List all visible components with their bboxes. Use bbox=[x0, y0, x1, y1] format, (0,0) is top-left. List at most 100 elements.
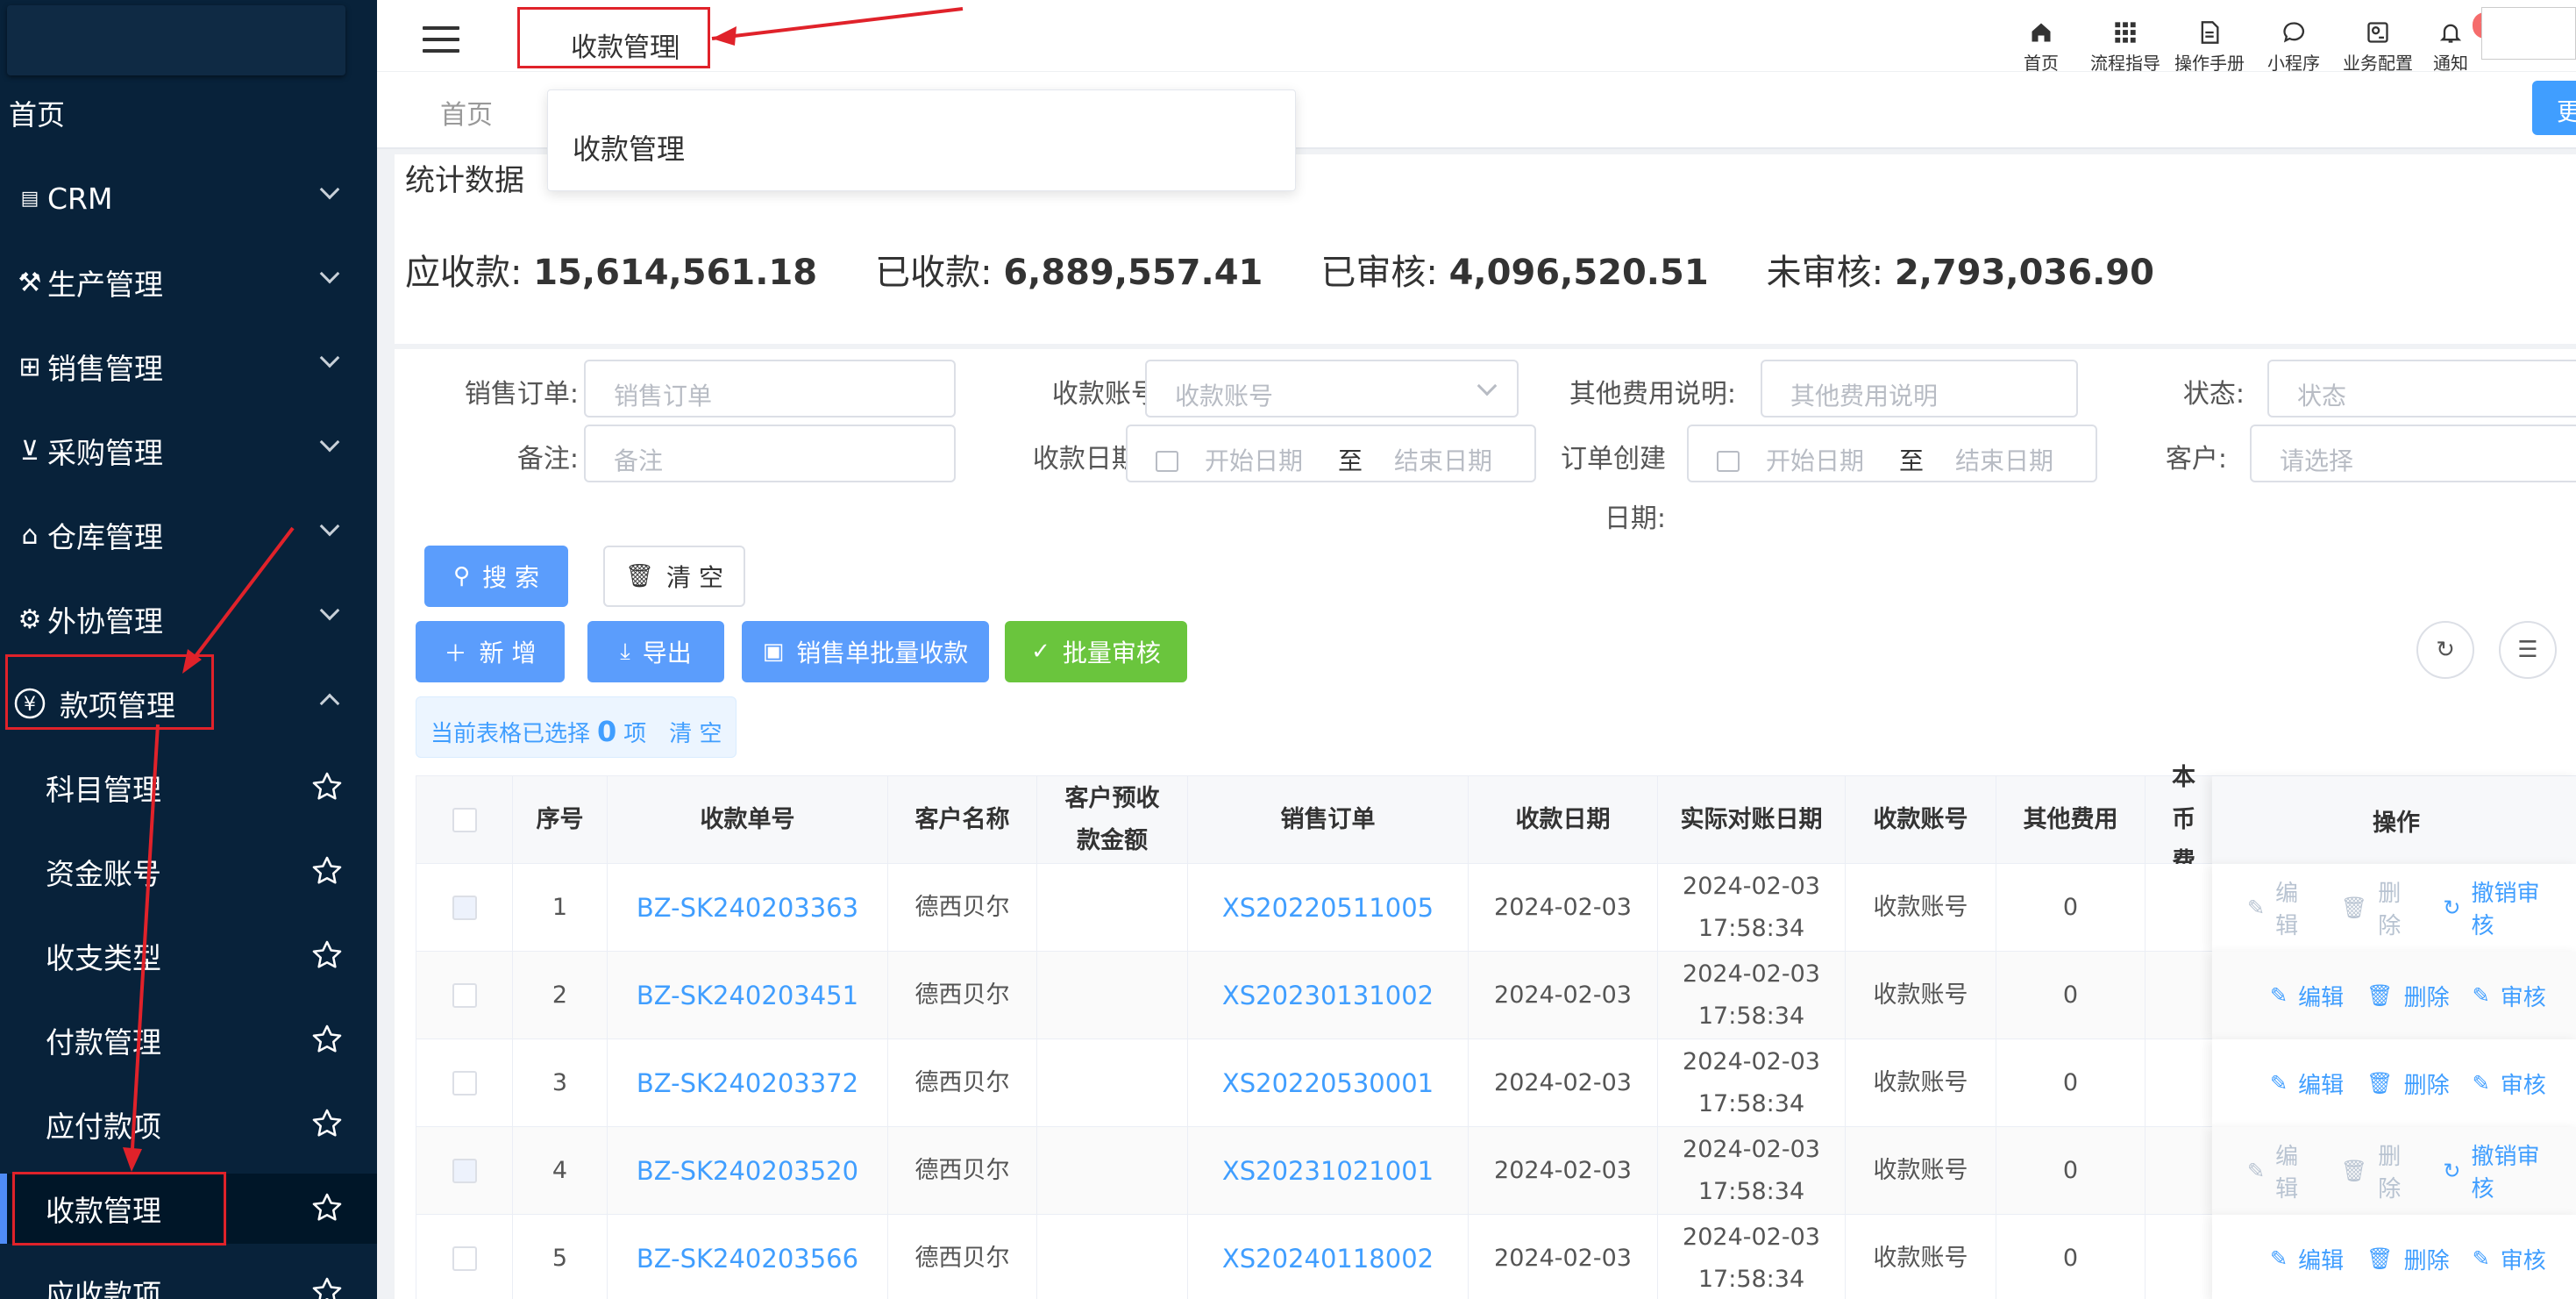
star-icon[interactable] bbox=[310, 770, 344, 803]
batch-audit-button[interactable]: ✓ 批量审核 bbox=[1005, 621, 1187, 682]
remark-input[interactable]: 备注 bbox=[584, 425, 956, 482]
delete-button[interactable]: 🗑 删除 bbox=[2366, 1067, 2449, 1100]
sidebar-group-crm[interactable]: ▤ CRM bbox=[0, 163, 377, 233]
cell-order[interactable]: XS20230131002 bbox=[1188, 952, 1469, 1039]
row-checkbox-cell[interactable] bbox=[416, 1127, 513, 1215]
download-icon: ⤓ bbox=[620, 638, 630, 665]
sidebar-group-production[interactable]: ⚒ 生产管理 bbox=[0, 247, 377, 318]
sidebar-item-payment-mgmt[interactable]: 付款管理 bbox=[0, 1005, 377, 1075]
cell-local-fee bbox=[2145, 952, 2219, 1039]
cell-receipt-no[interactable]: BZ-SK240203451 bbox=[608, 952, 888, 1039]
created-date-label: 订单创建 bbox=[1561, 444, 1666, 475]
unaudit-button[interactable]: ↻ 撤销审核 bbox=[2443, 875, 2558, 940]
cell-other-fee: 0 bbox=[1996, 1127, 2145, 1215]
row-checkbox[interactable] bbox=[452, 983, 477, 1008]
receipt-date-range[interactable]: 开始日期至结束日期 bbox=[1126, 425, 1536, 482]
chevron-down-icon bbox=[319, 263, 340, 284]
sidebar-item-payables[interactable]: 应付款项 bbox=[0, 1089, 377, 1160]
star-icon[interactable] bbox=[310, 1023, 344, 1056]
search-suggestion-item[interactable]: 收款管理 bbox=[573, 132, 685, 166]
annotation-box-search bbox=[517, 7, 710, 68]
cell-recon-date: 2024-02-03 17:58:34 bbox=[1658, 952, 1846, 1039]
sidebar-item-receivables[interactable]: 应收款项 bbox=[0, 1258, 377, 1299]
row-checkbox-cell[interactable] bbox=[416, 1215, 513, 1299]
delete-button[interactable]: 🗑 删除 bbox=[2366, 1243, 2449, 1275]
add-button[interactable]: ＋新 增 bbox=[416, 621, 565, 682]
cell-receipt-no[interactable]: BZ-SK240203566 bbox=[608, 1215, 888, 1299]
cell-order[interactable]: XS20240118002 bbox=[1188, 1215, 1469, 1299]
cell-order[interactable]: XS20220530001 bbox=[1188, 1039, 1469, 1127]
header-notifications[interactable]: 通知 bbox=[2420, 0, 2481, 75]
sidebar-item-fund-accounts[interactable]: 资金账号 bbox=[0, 837, 377, 907]
audit-button[interactable]: ✎ 审核 bbox=[2473, 980, 2546, 1012]
sidebar-item-income-types[interactable]: 收支类型 bbox=[0, 921, 377, 991]
header-select-all[interactable] bbox=[416, 776, 513, 864]
user-area[interactable] bbox=[2481, 7, 2576, 60]
menu-toggle-icon[interactable] bbox=[423, 26, 459, 53]
audit-icon: ✎ bbox=[2472, 983, 2490, 1008]
edit-button[interactable]: ✎ 编辑 bbox=[2270, 980, 2344, 1012]
star-icon[interactable] bbox=[310, 1191, 344, 1224]
cell-order[interactable]: XS20231021001 bbox=[1188, 1127, 1469, 1215]
select-all-checkbox[interactable] bbox=[452, 808, 477, 832]
cell-receipt-no[interactable]: BZ-SK240203520 bbox=[608, 1127, 888, 1215]
row-checkbox[interactable] bbox=[452, 1071, 477, 1096]
stat-audited: 已审核: 4,096,520.51 bbox=[1320, 253, 1709, 293]
edit-button[interactable]: ✎ 编辑 bbox=[2270, 1243, 2344, 1275]
row-checkbox[interactable] bbox=[452, 1246, 477, 1271]
sidebar-group-sales[interactable]: ⊞ 销售管理 bbox=[0, 332, 377, 402]
created-date-range[interactable]: 开始日期至结束日期 bbox=[1687, 425, 2097, 482]
header-prepay: 客户预收款金额 bbox=[1037, 776, 1188, 864]
row-checkbox-cell[interactable] bbox=[416, 864, 513, 952]
header-manual[interactable]: 操作手册 bbox=[2167, 0, 2252, 75]
cell-no: 5 bbox=[513, 1215, 608, 1299]
header-local-fee: 本币费 bbox=[2145, 764, 2219, 875]
refresh-icon[interactable]: ↻ bbox=[2416, 621, 2474, 679]
sidebar-group-purchase[interactable]: ⊻ 采购管理 bbox=[0, 416, 377, 486]
row-checkbox-cell[interactable] bbox=[416, 1039, 513, 1127]
batch-receive-button[interactable]: ▣ 销售单批量收款 bbox=[742, 621, 989, 682]
other-fee-input[interactable]: 其他费用说明 bbox=[1761, 360, 2078, 418]
header-business-config[interactable]: 业务配置 bbox=[2336, 0, 2420, 75]
search-button[interactable]: ⚲ 搜 索 bbox=[424, 546, 568, 607]
column-settings-icon[interactable]: ☰ bbox=[2499, 621, 2557, 679]
star-icon[interactable] bbox=[310, 1275, 344, 1299]
cell-order[interactable]: XS20220511005 bbox=[1188, 864, 1469, 952]
row-checkbox-cell[interactable] bbox=[416, 952, 513, 1039]
clear-button[interactable]: 🗑 清 空 bbox=[603, 546, 745, 607]
cell-receipt-no[interactable]: BZ-SK240203363 bbox=[608, 864, 888, 952]
sidebar-group-warehouse[interactable]: ⌂ 仓库管理 bbox=[0, 500, 377, 570]
delete-button[interactable]: 🗑 删除 bbox=[2366, 980, 2449, 1012]
header-mini-program[interactable]: 小程序 bbox=[2252, 0, 2336, 75]
audit-button[interactable]: ✎ 审核 bbox=[2473, 1243, 2546, 1275]
header-index: 序号 bbox=[513, 776, 608, 864]
chevron-down-icon bbox=[319, 347, 340, 368]
cell-receipt-no[interactable]: BZ-SK240203372 bbox=[608, 1039, 888, 1127]
cell-account: 收款账号 bbox=[1846, 1215, 1996, 1299]
top-header: 收款管理 首页 流程指导 操作手册 小程序 业务配置 通知 9 bbox=[377, 0, 2576, 75]
unaudit-button[interactable]: ↻ 撤销审核 bbox=[2443, 1138, 2558, 1203]
sidebar-group-outsource[interactable]: ⚙ 外协管理 bbox=[0, 584, 377, 654]
account-select[interactable]: 收款账号 bbox=[1145, 360, 1519, 418]
header-home[interactable]: 首页 bbox=[1999, 0, 2083, 75]
edit-button[interactable]: ✎ 编辑 bbox=[2270, 1067, 2344, 1100]
logo bbox=[7, 5, 345, 75]
star-icon[interactable] bbox=[310, 939, 344, 972]
tag-home[interactable]: 首页 bbox=[440, 93, 493, 132]
sales-order-input[interactable]: 销售订单 bbox=[584, 360, 956, 418]
clear-selection-link[interactable]: 清 空 bbox=[669, 721, 722, 747]
star-icon[interactable] bbox=[310, 854, 344, 888]
audit-button[interactable]: ✎ 审核 bbox=[2473, 1067, 2546, 1100]
more-button[interactable]: 更 bbox=[2532, 81, 2576, 135]
star-icon[interactable] bbox=[310, 1107, 344, 1140]
sidebar-item-home[interactable]: 首页 bbox=[9, 93, 65, 133]
export-button[interactable]: ⤓ 导出 bbox=[587, 621, 724, 682]
customer-select[interactable]: 请选择 bbox=[2250, 425, 2576, 482]
stat-receivable: 应收款: 15,614,561.18 bbox=[405, 253, 818, 293]
stat-received: 已收款: 6,889,557.41 bbox=[875, 253, 1263, 293]
cell-recon-date: 2024-02-03 17:58:34 bbox=[1658, 1127, 1846, 1215]
status-select[interactable]: 状态 bbox=[2267, 360, 2576, 418]
sidebar-item-subjects[interactable]: 科目管理 bbox=[0, 753, 377, 823]
header-process-guide[interactable]: 流程指导 bbox=[2083, 0, 2167, 75]
cell-date: 2024-02-03 bbox=[1469, 864, 1658, 952]
